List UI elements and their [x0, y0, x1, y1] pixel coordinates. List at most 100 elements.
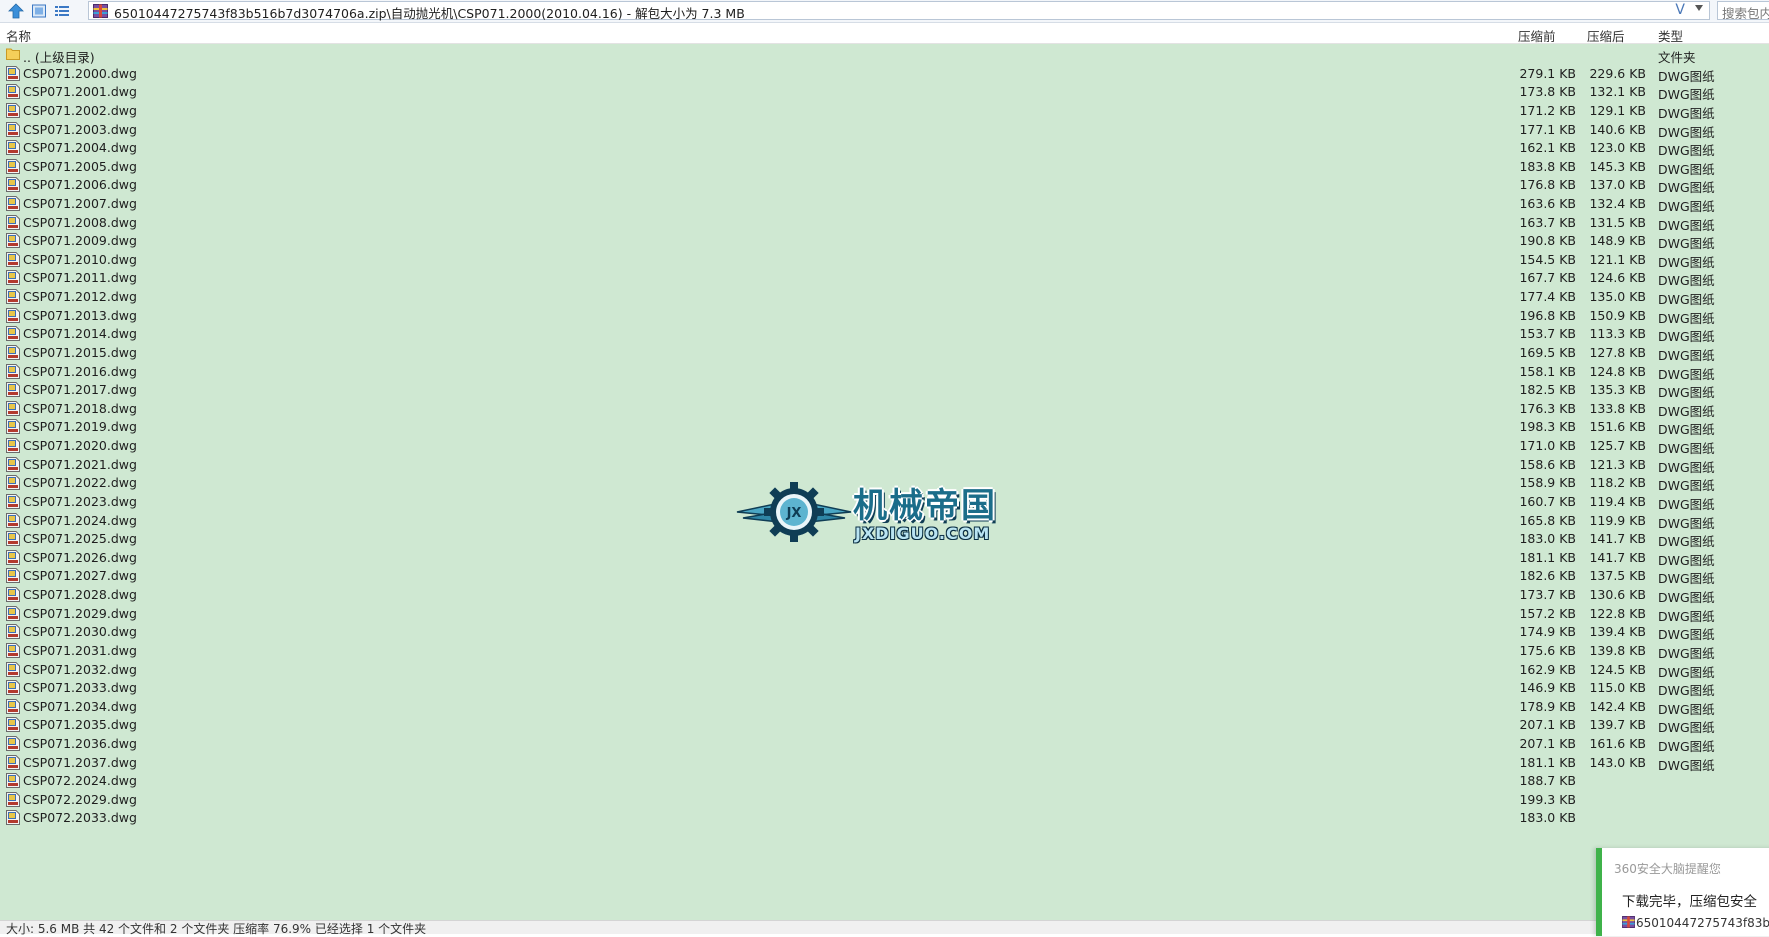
file-name: CSP071.2012.dwg [23, 289, 137, 305]
security-notification[interactable]: 360安全大脑提醒您 下载完毕，压缩包安全 65010447275743f83b… [1596, 848, 1769, 936]
file-size-before: 183.0 KB [1519, 531, 1576, 547]
file-size-before: 158.6 KB [1519, 456, 1576, 472]
file-size-after: 124.5 KB [1589, 661, 1646, 677]
file-size-before: 207.1 KB [1519, 735, 1576, 751]
dwg-file-icon [6, 438, 20, 453]
file-name: CSP071.2035.dwg [23, 717, 137, 733]
file-size-after: 150.9 KB [1589, 307, 1646, 323]
file-size-after: 137.5 KB [1589, 568, 1646, 584]
file-size-after: 115.0 KB [1589, 680, 1646, 696]
dwg-file-icon [6, 363, 20, 379]
list-view-icon[interactable] [52, 1, 72, 21]
file-size-after: 143.0 KB [1589, 754, 1646, 770]
file-size-before: 157.2 KB [1519, 605, 1576, 621]
logo-main-text: 机械帝国 [853, 486, 997, 526]
file-size-before: 163.7 KB [1519, 214, 1576, 230]
gear-wings-icon: JX [736, 482, 852, 542]
chevron-down-icon[interactable] [1695, 5, 1703, 11]
file-name: CSP071.2031.dwg [23, 642, 137, 658]
thumbnail-view-icon[interactable] [29, 1, 49, 21]
file-size-after: 229.6 KB [1589, 65, 1646, 81]
file-size-after: 145.3 KB [1589, 158, 1646, 174]
file-size-before: 163.6 KB [1519, 196, 1576, 211]
file-name: CSP071.2019.dwg [23, 419, 137, 435]
file-size-before: 176.3 KB [1519, 400, 1576, 416]
arrow-up-icon[interactable] [6, 1, 26, 21]
dwg-file-icon [6, 456, 20, 472]
dwg-file-icon [6, 270, 20, 286]
col-after-header[interactable]: 压缩后 [1587, 26, 1625, 45]
file-size-after: 123.0 KB [1589, 140, 1646, 156]
file-size-before: 171.0 KB [1519, 438, 1576, 453]
file-size-before: 182.5 KB [1519, 382, 1576, 398]
file-size-before: 160.7 KB [1519, 493, 1576, 509]
dwg-file-icon [6, 698, 20, 714]
file-size-after: 141.7 KB [1589, 531, 1646, 547]
file-size-before: 177.4 KB [1519, 289, 1576, 305]
file-name: CSP071.2028.dwg [23, 587, 137, 602]
dwg-file-icon [6, 568, 20, 584]
file-size-after: 131.5 KB [1589, 214, 1646, 230]
dwg-file-icon [6, 735, 20, 751]
logo-sub-text: JXDIGUO.COM [855, 524, 991, 543]
file-size-after: 130.6 KB [1589, 587, 1646, 602]
dwg-file-icon [6, 196, 20, 211]
file-size-before: 167.7 KB [1519, 270, 1576, 286]
dwg-file-icon [6, 140, 20, 156]
path-bar[interactable]: 65010447275743f83b516b7d3074706a.zip\自动抛… [88, 1, 1710, 21]
file-name: CSP071.2015.dwg [23, 344, 137, 360]
dwg-file-icon [6, 717, 20, 733]
notification-title: 360安全大脑提醒您 [1614, 862, 1721, 876]
file-size-before: 183.0 KB [1519, 810, 1576, 826]
dwg-file-icon [6, 400, 20, 416]
file-size-before: 199.3 KB [1519, 791, 1576, 807]
file-size-after: 139.8 KB [1589, 642, 1646, 658]
col-before-header[interactable]: 压缩前 [1518, 26, 1556, 45]
file-size-before: 158.9 KB [1519, 475, 1576, 491]
file-name: CSP071.2022.dwg [23, 475, 137, 491]
dwg-file-icon [6, 642, 20, 658]
file-name: CSP071.2018.dwg [23, 400, 137, 416]
dwg-file-icon [6, 791, 20, 807]
dwg-file-icon [6, 810, 20, 826]
dwg-file-icon [6, 65, 20, 81]
dwg-file-icon [6, 177, 20, 193]
file-size-before: 178.9 KB [1519, 698, 1576, 714]
file-size-after: 124.6 KB [1589, 270, 1646, 286]
file-name: CSP071.2013.dwg [23, 307, 137, 323]
folder-icon [6, 47, 20, 62]
file-size-before: 173.7 KB [1519, 587, 1576, 602]
file-size-after: 139.4 KB [1589, 624, 1646, 640]
file-size-after: 119.4 KB [1589, 493, 1646, 509]
dwg-file-icon [6, 661, 20, 677]
file-name: CSP071.2014.dwg [23, 326, 137, 342]
file-row[interactable]: CSP072.2033.dwg 183.0 KB [0, 807, 1769, 828]
dwg-file-icon [6, 587, 20, 602]
search-input[interactable]: 搜索包内 [1717, 1, 1769, 20]
file-name: CSP071.2030.dwg [23, 624, 137, 640]
dwg-file-icon [6, 102, 20, 118]
file-name: CSP071.2020.dwg [23, 438, 137, 453]
col-name-header[interactable]: 名称 [6, 26, 31, 45]
file-size-before: 162.9 KB [1519, 661, 1576, 677]
file-name: CSP071.2003.dwg [23, 121, 137, 137]
jxdiguo-logo: JX 机械帝国 JXDIGUO.COM [735, 478, 1035, 546]
dwg-file-icon [6, 289, 20, 305]
file-size-after: 135.0 KB [1589, 289, 1646, 305]
file-name: CSP071.2017.dwg [23, 382, 137, 398]
file-name: CSP071.2023.dwg [23, 493, 137, 509]
file-size-before: 177.1 KB [1519, 121, 1576, 137]
file-name: CSP071.2026.dwg [23, 549, 137, 565]
status-text: 大小: 5.6 MB 共 42 个文件和 2 个文件夹 压缩率 76.9% 已经… [6, 922, 427, 936]
file-size-after: 125.7 KB [1589, 438, 1646, 453]
file-size-before: 173.8 KB [1519, 84, 1576, 100]
file-name: CSP071.2011.dwg [23, 270, 137, 286]
file-size-after: 113.3 KB [1589, 326, 1646, 342]
dwg-file-icon [6, 549, 20, 565]
file-name: CSP071.2009.dwg [23, 233, 137, 249]
file-size-before: 158.1 KB [1519, 363, 1576, 379]
file-size-after: 121.1 KB [1589, 251, 1646, 267]
col-type-header[interactable]: 类型 [1658, 26, 1683, 45]
dwg-file-icon [6, 624, 20, 640]
dwg-file-icon [6, 493, 20, 509]
